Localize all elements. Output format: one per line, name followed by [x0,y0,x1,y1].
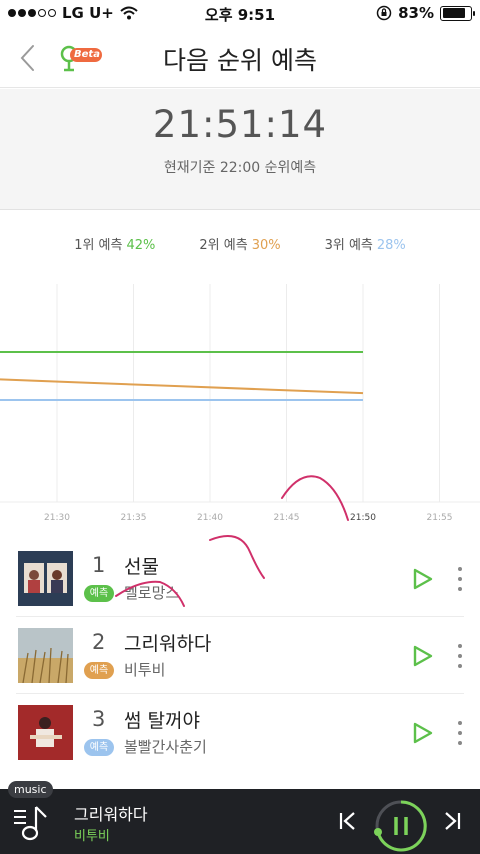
next-track-icon[interactable] [442,811,462,831]
legend-pct: 28% [376,238,406,253]
battery-percent: 83% [398,4,434,22]
x-tick-label: 21:30 [44,513,70,523]
chart-legend: 1위 예측 42% 2위 예측 30% 3위 예측 28% [0,234,480,253]
rotation-lock-icon [376,5,392,21]
song-title[interactable]: 선물 [124,552,159,579]
current-time: 21:51:14 [152,103,328,146]
x-tick-label: 21:35 [121,513,147,523]
pause-icon[interactable] [373,798,429,854]
more-options-icon[interactable] [456,644,464,668]
song-title[interactable]: 썸 탈꺼야 [124,706,200,733]
artist-name[interactable]: 비투비 [124,659,165,680]
rank-number: 1 [92,553,106,577]
now-playing-artist[interactable]: 비투비 [74,825,110,844]
x-tick-label: 21:50 [350,513,376,523]
rank-row[interactable]: 1 선물 예측 멜로망스 [16,540,464,617]
play-icon[interactable] [412,567,434,591]
album-cover[interactable] [18,628,73,683]
prediction-badge: 예측 [84,739,114,756]
legend-item-3: 3위 예측 28% [325,234,406,253]
music-tag: music [8,781,53,798]
more-options-icon[interactable] [456,567,464,591]
rank-list: 1 선물 예측 멜로망스 2 그리워하다 예측 비투비 3 썸 탈꺼야 예측 볼… [0,540,480,771]
battery-fill [442,8,465,18]
artist-name[interactable]: 볼빨간사춘기 [124,736,207,757]
artist-name[interactable]: 멜로망스 [124,582,179,603]
series-line [0,378,364,395]
legend-item-2: 2위 예측 30% [199,234,280,253]
legend-pct: 30% [251,238,281,253]
header: Beta 다음 순위 예측 [0,28,480,88]
x-tick-label: 21:55 [427,513,453,523]
legend-label: 3위 예측 [324,238,373,253]
album-cover[interactable] [18,705,73,760]
legend-label: 1위 예측 [74,238,123,253]
prediction-badge: 예측 [84,585,114,602]
legend-label: 2위 예측 [199,238,248,253]
legend-pct: 42% [126,238,156,253]
play-icon[interactable] [412,721,434,745]
battery-icon [440,5,475,21]
prediction-badge: 예측 [84,662,114,679]
prediction-basis: 현재기준 22:00 순위예측 [163,160,317,176]
more-options-icon[interactable] [456,721,464,745]
clock-panel: 21:51:14 현재기준 22:00 순위예측 [0,89,480,210]
rank-row[interactable]: 2 그리워하다 예측 비투비 [16,617,464,694]
album-cover[interactable] [18,551,73,606]
rank-number: 3 [92,707,106,731]
status-bar: LG U+ 오후 9:51 83% [0,0,480,28]
playlist-menu-icon[interactable] [12,803,50,843]
x-tick-label: 21:45 [274,513,300,523]
legend-item-1: 1위 예측 42% [74,234,155,253]
rank-number: 2 [92,630,106,654]
now-playing-title[interactable]: 그리워하다 [74,801,148,825]
prediction-chart: 21:30 21:35 21:40 21:45 21:50 21:55 [0,284,480,523]
song-title[interactable]: 그리워하다 [124,629,211,656]
play-icon[interactable] [412,644,434,668]
x-tick-label: 21:40 [197,513,223,523]
rank-row[interactable]: 3 썸 탈꺼야 예측 볼빨간사춘기 [16,694,464,771]
mini-player[interactable]: 그리워하다 비투비 [0,789,480,854]
previous-track-icon[interactable] [338,811,358,831]
page-title: 다음 순위 예측 [163,46,317,75]
